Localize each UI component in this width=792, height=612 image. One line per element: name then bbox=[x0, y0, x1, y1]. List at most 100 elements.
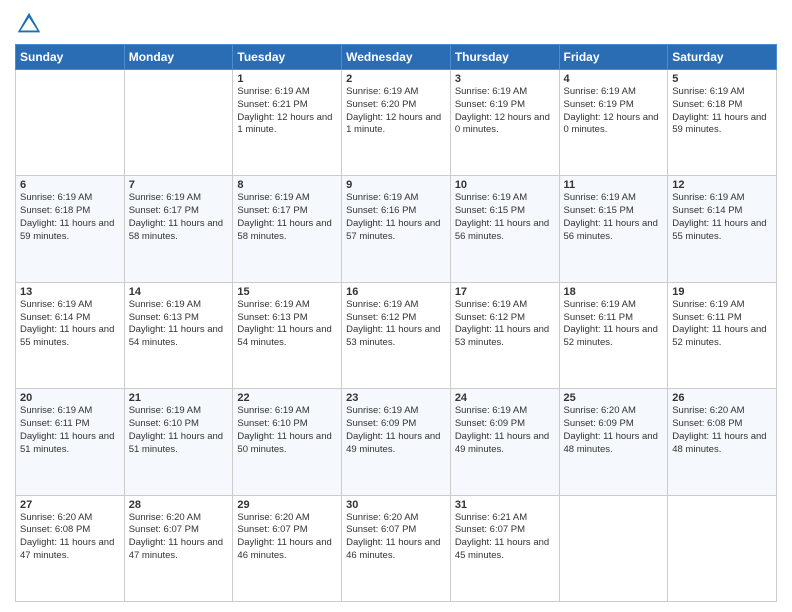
col-header-sunday: Sunday bbox=[16, 45, 125, 70]
day-number: 8 bbox=[237, 179, 337, 191]
daylight: Daylight: 12 hours and 1 minute. bbox=[237, 112, 332, 136]
day-info: Sunrise: 6:19 AMSunset: 6:11 PMDaylight:… bbox=[564, 299, 664, 350]
week-row-4: 20Sunrise: 6:19 AMSunset: 6:11 PMDayligh… bbox=[16, 389, 777, 495]
day-number: 21 bbox=[129, 392, 229, 404]
day-info: Sunrise: 6:19 AMSunset: 6:19 PMDaylight:… bbox=[564, 86, 664, 137]
sunset: Sunset: 6:17 PM bbox=[129, 205, 199, 216]
week-row-5: 27Sunrise: 6:20 AMSunset: 6:08 PMDayligh… bbox=[16, 495, 777, 601]
calendar-cell: 2Sunrise: 6:19 AMSunset: 6:20 PMDaylight… bbox=[342, 70, 451, 176]
sunset: Sunset: 6:09 PM bbox=[564, 418, 634, 429]
sunrise: Sunrise: 6:20 AM bbox=[346, 512, 418, 523]
sunset: Sunset: 6:08 PM bbox=[20, 524, 90, 535]
daylight: Daylight: 11 hours and 48 minutes. bbox=[672, 431, 766, 455]
day-info: Sunrise: 6:21 AMSunset: 6:07 PMDaylight:… bbox=[455, 512, 555, 563]
daylight: Daylight: 11 hours and 47 minutes. bbox=[20, 537, 114, 561]
sunrise: Sunrise: 6:19 AM bbox=[346, 299, 418, 310]
daylight: Daylight: 11 hours and 54 minutes. bbox=[237, 324, 331, 348]
sunset: Sunset: 6:07 PM bbox=[346, 524, 416, 535]
sunrise: Sunrise: 6:19 AM bbox=[129, 192, 201, 203]
day-info: Sunrise: 6:20 AMSunset: 6:09 PMDaylight:… bbox=[564, 405, 664, 456]
sunset: Sunset: 6:13 PM bbox=[129, 312, 199, 323]
sunset: Sunset: 6:15 PM bbox=[455, 205, 525, 216]
daylight: Daylight: 11 hours and 55 minutes. bbox=[20, 324, 114, 348]
day-number: 19 bbox=[672, 286, 772, 298]
calendar-cell: 12Sunrise: 6:19 AMSunset: 6:14 PMDayligh… bbox=[668, 176, 777, 282]
col-header-saturday: Saturday bbox=[668, 45, 777, 70]
calendar-cell: 11Sunrise: 6:19 AMSunset: 6:15 PMDayligh… bbox=[559, 176, 668, 282]
sunset: Sunset: 6:09 PM bbox=[346, 418, 416, 429]
daylight: Daylight: 11 hours and 52 minutes. bbox=[564, 324, 658, 348]
calendar-cell: 25Sunrise: 6:20 AMSunset: 6:09 PMDayligh… bbox=[559, 389, 668, 495]
sunrise: Sunrise: 6:19 AM bbox=[564, 86, 636, 97]
day-number: 25 bbox=[564, 392, 664, 404]
day-info: Sunrise: 6:19 AMSunset: 6:14 PMDaylight:… bbox=[20, 299, 120, 350]
day-number: 26 bbox=[672, 392, 772, 404]
day-number: 16 bbox=[346, 286, 446, 298]
sunset: Sunset: 6:08 PM bbox=[672, 418, 742, 429]
day-number: 28 bbox=[129, 499, 229, 511]
col-header-tuesday: Tuesday bbox=[233, 45, 342, 70]
calendar-cell: 17Sunrise: 6:19 AMSunset: 6:12 PMDayligh… bbox=[450, 282, 559, 388]
sunrise: Sunrise: 6:19 AM bbox=[672, 299, 744, 310]
day-info: Sunrise: 6:20 AMSunset: 6:08 PM Daylight:… bbox=[20, 512, 120, 563]
sunrise: Sunrise: 6:19 AM bbox=[346, 192, 418, 203]
sunrise: Sunrise: 6:21 AM bbox=[455, 512, 527, 523]
day-info: Sunrise: 6:19 AMSunset: 6:10 PMDaylight:… bbox=[129, 405, 229, 456]
day-info: Sunrise: 6:19 AMSunset: 6:21 PMDaylight:… bbox=[237, 86, 337, 137]
sunrise: Sunrise: 6:19 AM bbox=[237, 86, 309, 97]
calendar-cell: 8Sunrise: 6:19 AMSunset: 6:17 PMDaylight… bbox=[233, 176, 342, 282]
calendar-cell: 30Sunrise: 6:20 AMSunset: 6:07 PMDayligh… bbox=[342, 495, 451, 601]
page: SundayMondayTuesdayWednesdayThursdayFrid… bbox=[0, 0, 792, 612]
daylight: Daylight: 11 hours and 46 minutes. bbox=[346, 537, 440, 561]
week-row-1: 1Sunrise: 6:19 AMSunset: 6:21 PMDaylight… bbox=[16, 70, 777, 176]
day-number: 31 bbox=[455, 499, 555, 511]
sunset: Sunset: 6:18 PM bbox=[20, 205, 90, 216]
daylight: Daylight: 11 hours and 56 minutes. bbox=[564, 218, 658, 242]
calendar-cell: 26Sunrise: 6:20 AMSunset: 6:08 PMDayligh… bbox=[668, 389, 777, 495]
calendar-cell: 21Sunrise: 6:19 AMSunset: 6:10 PMDayligh… bbox=[124, 389, 233, 495]
daylight: Daylight: 12 hours and 1 minute. bbox=[346, 112, 441, 136]
day-info: Sunrise: 6:19 AMSunset: 6:13 PMDaylight:… bbox=[129, 299, 229, 350]
sunrise: Sunrise: 6:19 AM bbox=[346, 86, 418, 97]
day-number: 1 bbox=[237, 73, 337, 85]
daylight: Daylight: 11 hours and 58 minutes. bbox=[129, 218, 223, 242]
day-info: Sunrise: 6:19 AMSunset: 6:13 PMDaylight:… bbox=[237, 299, 337, 350]
calendar-cell: 15Sunrise: 6:19 AMSunset: 6:13 PMDayligh… bbox=[233, 282, 342, 388]
day-info: Sunrise: 6:19 AMSunset: 6:17 PMDaylight:… bbox=[237, 192, 337, 243]
day-info: Sunrise: 6:19 AMSunset: 6:18 PMDaylight:… bbox=[20, 192, 120, 243]
sunset: Sunset: 6:12 PM bbox=[346, 312, 416, 323]
daylight: Daylight: 11 hours and 59 minutes. bbox=[672, 112, 766, 136]
daylight: Daylight: 12 hours and 0 minutes. bbox=[564, 112, 659, 136]
calendar-cell: 13Sunrise: 6:19 AMSunset: 6:14 PMDayligh… bbox=[16, 282, 125, 388]
daylight: Daylight: 11 hours and 50 minutes. bbox=[237, 431, 331, 455]
header-row: SundayMondayTuesdayWednesdayThursdayFrid… bbox=[16, 45, 777, 70]
sunrise: Sunrise: 6:19 AM bbox=[20, 299, 92, 310]
day-number: 4 bbox=[564, 73, 664, 85]
sunrise: Sunrise: 6:20 AM bbox=[237, 512, 309, 523]
day-number: 13 bbox=[20, 286, 120, 298]
day-info: Sunrise: 6:19 AMSunset: 6:10 PMDaylight:… bbox=[237, 405, 337, 456]
sunrise: Sunrise: 6:20 AM bbox=[20, 512, 92, 523]
calendar-cell: 16Sunrise: 6:19 AMSunset: 6:12 PMDayligh… bbox=[342, 282, 451, 388]
calendar-cell bbox=[559, 495, 668, 601]
sunset: Sunset: 6:17 PM bbox=[237, 205, 307, 216]
daylight: Daylight: 11 hours and 49 minutes. bbox=[455, 431, 549, 455]
col-header-friday: Friday bbox=[559, 45, 668, 70]
sunset: Sunset: 6:16 PM bbox=[346, 205, 416, 216]
week-row-2: 6Sunrise: 6:19 AMSunset: 6:18 PMDaylight… bbox=[16, 176, 777, 282]
daylight: Daylight: 11 hours and 53 minutes. bbox=[455, 324, 549, 348]
col-header-wednesday: Wednesday bbox=[342, 45, 451, 70]
sunrise: Sunrise: 6:19 AM bbox=[672, 86, 744, 97]
day-number: 10 bbox=[455, 179, 555, 191]
daylight: Daylight: 12 hours and 0 minutes. bbox=[455, 112, 550, 136]
sunset: Sunset: 6:11 PM bbox=[20, 418, 90, 429]
sunset: Sunset: 6:09 PM bbox=[455, 418, 525, 429]
day-number: 11 bbox=[564, 179, 664, 191]
day-info: Sunrise: 6:19 AMSunset: 6:09 PMDaylight:… bbox=[455, 405, 555, 456]
header bbox=[15, 10, 777, 38]
calendar-cell: 18Sunrise: 6:19 AMSunset: 6:11 PMDayligh… bbox=[559, 282, 668, 388]
calendar-cell: 19Sunrise: 6:19 AMSunset: 6:11 PMDayligh… bbox=[668, 282, 777, 388]
day-number: 27 bbox=[20, 499, 120, 511]
day-info: Sunrise: 6:20 AMSunset: 6:07 PMDaylight:… bbox=[129, 512, 229, 563]
day-info: Sunrise: 6:19 AMSunset: 6:14 PMDaylight:… bbox=[672, 192, 772, 243]
